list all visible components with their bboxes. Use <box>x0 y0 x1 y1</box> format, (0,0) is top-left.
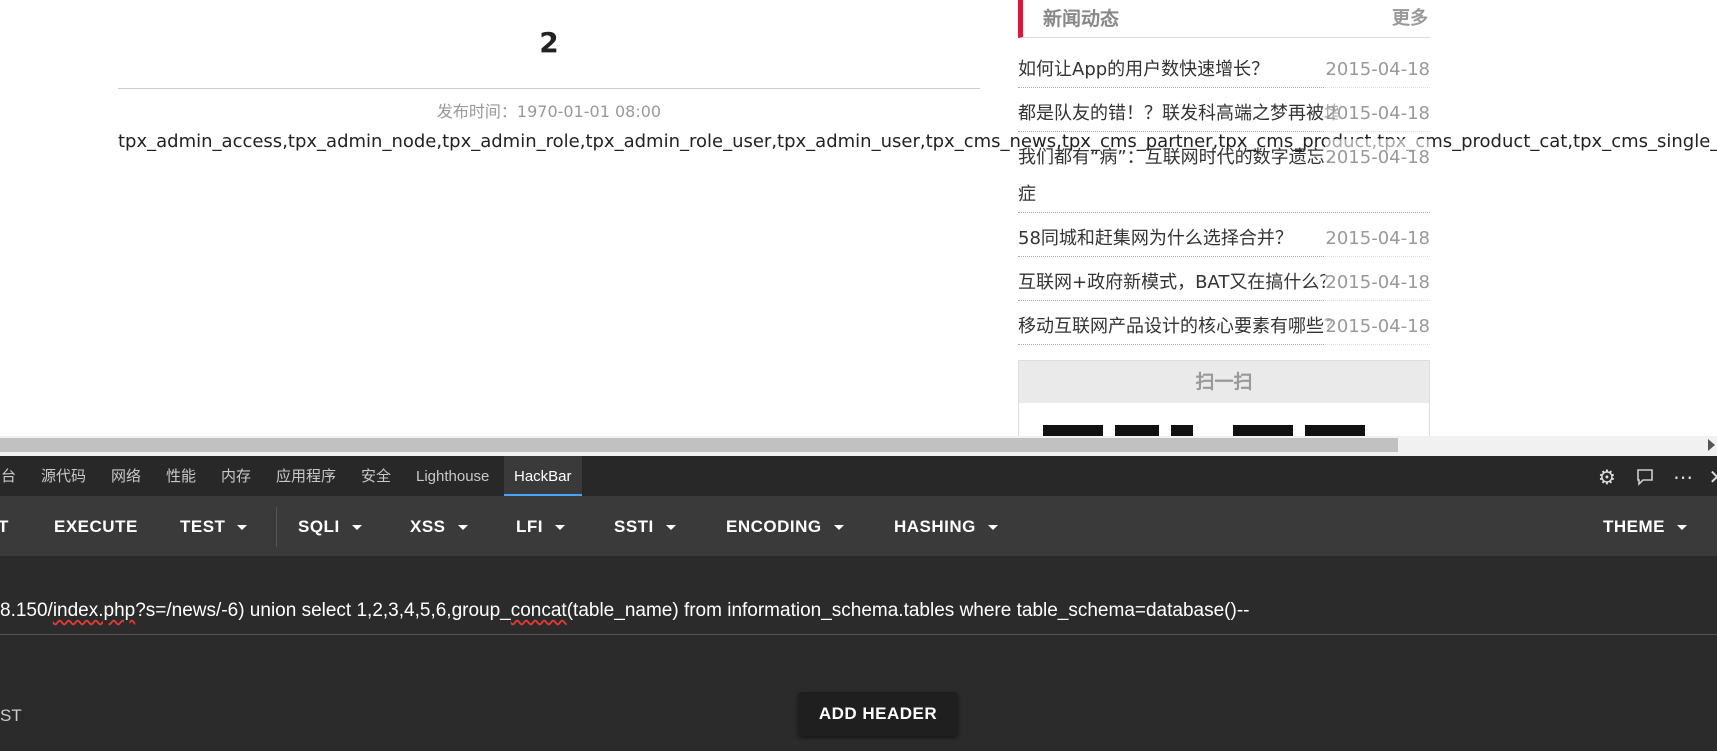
test-label: TEST <box>180 517 226 536</box>
list-item[interactable]: 58同城和赶集网为什么选择合并？ 2015-04-18 <box>1018 213 1430 257</box>
tab-hackbar[interactable]: HackBar <box>504 456 582 496</box>
theme-dropdown[interactable]: THEME <box>1603 497 1687 556</box>
load-url-button[interactable]: T <box>0 497 9 556</box>
tab-memory[interactable]: 内存 <box>221 456 251 496</box>
chevron-down-icon <box>555 525 565 531</box>
sidebar-header: 新闻动态 更多 <box>1018 0 1430 38</box>
chevron-down-icon <box>665 525 676 531</box>
devtools-tabbar: 制台 源代码 网络 性能 内存 应用程序 安全 Lighthouse HackB… <box>0 456 1717 497</box>
tab-sources[interactable]: 源代码 <box>41 456 86 496</box>
horizontal-scrollbar[interactable] <box>0 436 1717 456</box>
post-data-label: ST <box>0 706 22 725</box>
add-header-button[interactable]: ADD HEADER <box>798 692 958 736</box>
encoding-label: ENCODING <box>726 517 822 536</box>
feedback-icon[interactable] <box>1634 466 1656 488</box>
list-item[interactable]: 我们都有“病”：互联网时代的数字遗忘症 2015-04-18 <box>1018 132 1430 213</box>
encoding-dropdown[interactable]: ENCODING <box>726 497 844 556</box>
sqli-dropdown[interactable]: SQLI <box>298 497 362 556</box>
chevron-down-icon <box>1677 525 1687 531</box>
tab-console[interactable]: 制台 <box>0 456 16 496</box>
qr-panel: 扫一扫 <box>1018 360 1430 436</box>
qr-image <box>1019 403 1429 436</box>
news-title[interactable]: 移动互联网产品设计的核心要素有哪些？ <box>1018 308 1338 345</box>
news-title[interactable]: 58同城和赶集网为什么选择合并？ <box>1018 220 1338 257</box>
news-title[interactable]: 互联网+政府新模式，BAT又在搞什么？ <box>1018 264 1338 301</box>
ssti-dropdown[interactable]: SSTI <box>614 497 676 556</box>
lfi-label: LFI <box>516 517 543 536</box>
qr-panel-title: 扫一扫 <box>1019 361 1429 403</box>
news-date: 2015-04-18 <box>1325 139 1430 176</box>
devtools-panel: 制台 源代码 网络 性能 内存 应用程序 安全 Lighthouse HackB… <box>0 456 1717 751</box>
url-value[interactable]: 8.150/index.php?s=/news/-6) union select… <box>0 600 1249 622</box>
list-item[interactable]: 如何让App的用户数快速增长？ 2015-04-18 <box>1018 44 1430 88</box>
scroll-right-icon[interactable] <box>1708 439 1715 451</box>
ssti-label: SSTI <box>614 517 654 536</box>
toolbar-divider <box>276 507 277 547</box>
news-title[interactable]: 如何让App的用户数快速增长？ <box>1018 51 1338 88</box>
execute-button[interactable]: EXECUTE <box>54 497 138 556</box>
close-icon[interactable]: ✕ <box>1706 466 1717 488</box>
news-date: 2015-04-18 <box>1325 95 1430 132</box>
hackbar-toolbar: T EXECUTE TEST SQLI XSS LFI SSTI ENCODIN… <box>0 497 1717 556</box>
chevron-down-icon <box>237 525 248 531</box>
tab-network[interactable]: 网络 <box>111 456 141 496</box>
news-date: 2015-04-18 <box>1325 264 1430 301</box>
list-item[interactable]: 互联网+政府新模式，BAT又在搞什么？ 2015-04-18 <box>1018 257 1430 301</box>
chevron-down-icon <box>351 525 362 531</box>
tab-application[interactable]: 应用程序 <box>276 456 336 496</box>
xss-dropdown[interactable]: XSS <box>410 497 468 556</box>
publish-info: 发布时间：1970-01-01 08:00 <box>118 98 980 122</box>
gear-icon[interactable]: ⚙ <box>1596 466 1618 488</box>
news-date: 2015-04-18 <box>1325 308 1430 345</box>
chevron-down-icon <box>987 525 998 531</box>
publish-time: 1970-01-01 08:00 <box>516 102 662 121</box>
web-page: 2 发布时间：1970-01-01 08:00 tpx_admin_access… <box>0 0 1717 436</box>
divider <box>118 88 980 89</box>
article-content: tpx_admin_access,tpx_admin_node,tpx_admi… <box>118 131 1717 152</box>
test-dropdown[interactable]: TEST <box>180 497 248 556</box>
news-date: 2015-04-18 <box>1325 51 1430 88</box>
news-date: 2015-04-18 <box>1325 220 1430 257</box>
tab-performance[interactable]: 性能 <box>166 456 196 496</box>
chevron-down-icon <box>833 525 844 531</box>
chevron-down-icon <box>457 525 468 531</box>
article-title: 2 <box>539 26 559 59</box>
hashing-label: HASHING <box>894 517 976 536</box>
news-list: 如何让App的用户数快速增长？ 2015-04-18 都是队友的错！？联发科高端… <box>1018 44 1430 345</box>
more-link[interactable]: 更多 <box>1392 4 1428 30</box>
sidebar-title: 新闻动态 <box>1043 8 1120 30</box>
tab-lighthouse[interactable]: Lighthouse <box>416 456 489 496</box>
url-input[interactable]: 8.150/index.php?s=/news/-6) union select… <box>0 556 1717 635</box>
lfi-dropdown[interactable]: LFI <box>516 497 565 556</box>
hashing-dropdown[interactable]: HASHING <box>894 497 998 556</box>
more-icon[interactable]: ⋯ <box>1672 466 1694 488</box>
xss-label: XSS <box>410 517 446 536</box>
sqli-label: SQLI <box>298 517 340 536</box>
list-item[interactable]: 都是队友的错！？联发科高端之梦再被堵 2015-04-18 <box>1018 88 1430 132</box>
tab-security[interactable]: 安全 <box>361 456 391 496</box>
list-item[interactable]: 移动互联网产品设计的核心要素有哪些？ 2015-04-18 <box>1018 301 1430 345</box>
theme-label: THEME <box>1603 517 1665 536</box>
scrollbar-thumb[interactable] <box>0 438 1398 452</box>
news-title[interactable]: 我们都有“病”：互联网时代的数字遗忘症 <box>1018 139 1338 213</box>
news-title[interactable]: 都是队友的错！？联发科高端之梦再被堵 <box>1018 95 1338 132</box>
publish-label: 发布时间： <box>436 102 517 121</box>
